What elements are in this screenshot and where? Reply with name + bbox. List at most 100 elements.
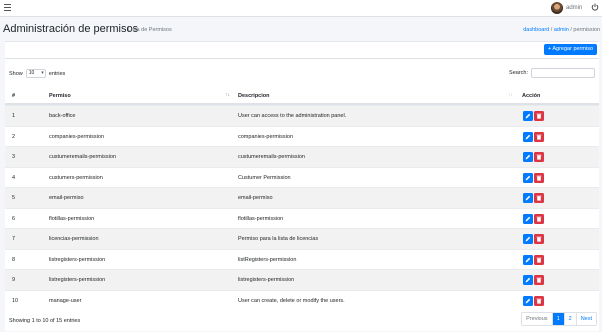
row-actions (523, 131, 544, 142)
edit-button[interactable] (523, 152, 533, 162)
search-input[interactable] (531, 68, 595, 78)
delete-button[interactable] (534, 131, 544, 142)
edit-button[interactable] (523, 234, 533, 244)
edit-button[interactable] (523, 275, 533, 285)
row-number: 4 (12, 174, 16, 181)
delete-button[interactable] (534, 254, 544, 265)
row-descripcion: User can access to the administration pa… (238, 113, 347, 119)
row-permiso: manage-user (49, 297, 82, 304)
delete-button[interactable] (534, 234, 544, 244)
row-number: 5 (12, 195, 16, 201)
row-number: 6 (12, 215, 16, 222)
row-actions (523, 193, 544, 203)
pagination: Previous 1 2 Next (521, 312, 597, 326)
edit-button[interactable] (523, 213, 533, 224)
row-descripcion: custumeremails-permission (238, 154, 305, 160)
page-title: Administración de permisos (3, 23, 139, 35)
breadcrumb-current: permission (573, 27, 600, 33)
column-header-permiso[interactable]: Permiso (49, 93, 71, 99)
row-permiso: listregisters-permission (49, 256, 106, 263)
pagination-page-1[interactable]: 1 (551, 313, 564, 325)
table-row: 5 email-permiso email-permiso (5, 187, 599, 208)
row-actions (523, 275, 544, 285)
row-descripcion: Custumer Permission (238, 174, 291, 181)
row-number: 10 (12, 297, 19, 304)
row-descripcion: Permiso para la lista de licencias (238, 236, 319, 242)
delete-button[interactable] (534, 152, 544, 162)
table-row: 9 listregisters-permission listregisters-p… (5, 269, 599, 290)
entries-select[interactable]: 10 (25, 69, 46, 78)
table-row: 10 manage-user User can create, delete or … (5, 289, 599, 311)
breadcrumb-admin[interactable]: admin (554, 27, 569, 33)
row-permiso: custumeremails-permission (49, 154, 116, 160)
row-descripcion: email-permiso (238, 195, 273, 201)
row-actions (523, 295, 544, 306)
edit-button[interactable] (523, 254, 533, 265)
table-row: 8 listregisters-permission listRegisters-p… (5, 248, 599, 270)
row-permiso: licencias-permission (49, 236, 99, 242)
row-descripcion: listRegisters-permission (238, 256, 297, 263)
delete-button[interactable] (534, 295, 544, 306)
row-permiso: custumers-permission (49, 174, 103, 181)
row-actions (523, 111, 544, 121)
edit-button[interactable] (523, 295, 533, 306)
permissions-card: + Agregar permiso Show 10 entries Search… (5, 41, 599, 331)
sort-icon[interactable]: ↑↓ (225, 92, 230, 98)
row-number: 1 (12, 113, 16, 119)
table-row: 6 flotillas-permission flotillas-permissio… (5, 207, 599, 229)
show-label: Show (9, 70, 23, 77)
delete-button[interactable] (534, 275, 544, 285)
edit-button[interactable] (523, 193, 533, 203)
delete-button[interactable] (534, 193, 544, 203)
row-descripcion: User can create, delete or modify the us… (238, 297, 345, 304)
edit-button[interactable] (523, 111, 533, 121)
row-number: 7 (12, 236, 16, 242)
breadcrumb-dashboard[interactable]: dashboard (523, 27, 549, 33)
row-descripcion: listregisters-permission (238, 277, 295, 283)
content-header: Administración de permisos Lista de Perm… (0, 17, 602, 41)
entries-label: entries (48, 70, 66, 77)
add-permission-button[interactable]: + Agregar permiso (543, 44, 597, 55)
table-header: # Permiso ↑↓ Descripcion ↑↓ Acción (5, 88, 599, 105)
card-divider (5, 58, 599, 59)
table-row: 7 licencias-permission Permiso para la lis… (5, 228, 599, 249)
edit-button[interactable] (523, 172, 533, 183)
row-number: 9 (12, 277, 16, 283)
row-number: 8 (12, 256, 16, 263)
username[interactable]: admin (566, 5, 582, 11)
breadcrumb: dashboard / admin / permission (523, 27, 600, 33)
delete-button[interactable] (534, 172, 544, 183)
row-permiso: email-permiso (49, 195, 84, 201)
column-header-descripcion[interactable]: Descripcion (238, 93, 269, 99)
length-control: Show 10 entries (9, 69, 65, 78)
top-navbar: admin (0, 0, 602, 17)
row-descripcion: flotillas-permission (238, 215, 284, 222)
row-permiso: back-office (49, 113, 76, 119)
table-row: 2 companies-permission companies-permissio… (5, 125, 599, 147)
avatar[interactable] (551, 2, 563, 14)
row-actions (523, 172, 544, 183)
column-header-accion: Acción (522, 93, 541, 99)
search-control: Search: (509, 68, 595, 78)
row-number: 2 (12, 133, 16, 140)
table-row: 4 custumers-permission Custumer Permission (5, 166, 599, 188)
delete-button[interactable] (534, 213, 544, 224)
row-descripcion: companies-permission (238, 133, 294, 140)
row-actions (523, 234, 544, 244)
sort-icon[interactable]: ↑↓ (508, 92, 513, 98)
row-actions (523, 152, 544, 162)
search-label: Search: (509, 70, 528, 76)
delete-button[interactable] (534, 111, 544, 121)
table-row: 1 back-office User can access to the admin… (5, 105, 599, 126)
hamburger-icon[interactable] (4, 4, 11, 12)
pagination-next[interactable]: Next (575, 313, 596, 325)
table-info: Showing 1 to 10 of 15 entries (9, 318, 81, 324)
pagination-page-2[interactable]: 2 (563, 313, 576, 325)
row-number: 3 (12, 154, 16, 160)
power-icon[interactable] (591, 3, 599, 11)
edit-button[interactable] (523, 131, 533, 142)
pagination-previous[interactable]: Previous (522, 313, 551, 325)
column-header-number[interactable]: # (12, 93, 15, 99)
row-permiso: flotillas-permission (49, 215, 95, 222)
row-actions (523, 254, 544, 265)
